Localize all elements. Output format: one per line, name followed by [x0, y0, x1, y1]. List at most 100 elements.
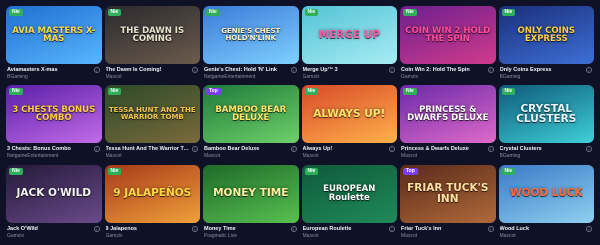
info-icon[interactable]: i — [487, 146, 494, 153]
game-title[interactable]: Coin Win 2: Hold The Spin — [401, 67, 495, 73]
game-logo: BAMBOO BEAR DELUXE — [215, 104, 287, 124]
game-thumbnail[interactable]: Nie 3 CHESTS BONUS COMBO — [6, 85, 102, 144]
game-logo: 9 JALAPEÑOS — [113, 187, 192, 200]
new-badge: Nie — [304, 88, 319, 96]
info-icon[interactable]: i — [290, 67, 297, 73]
info-icon[interactable]: i — [290, 146, 297, 153]
info-icon[interactable]: i — [487, 225, 494, 232]
new-badge: Nie — [501, 167, 516, 175]
game-logo: CRYSTAL CLUSTERS — [516, 102, 577, 126]
game-provider: Gamzix — [401, 74, 418, 80]
game-provider: Mascot — [499, 232, 516, 239]
new-badge: Nie — [206, 9, 220, 16]
game-provider: NetgameEntertainment — [204, 74, 256, 80]
game-tile[interactable]: MONEY TIME Money Time Pragmatic Live i — [203, 164, 299, 239]
game-tile[interactable]: Nie MERGE UP Merge Up™ 3 Gamzix i — [301, 6, 397, 80]
game-title[interactable]: Aviamasters X-mas — [7, 67, 101, 73]
info-icon[interactable]: i — [586, 225, 592, 232]
game-thumbnail[interactable]: Nie GENIE'S CHEST HOLD'N'LINK — [203, 6, 299, 64]
game-title[interactable]: Wood Luck — [500, 226, 594, 232]
game-provider: Gamzix — [105, 232, 123, 239]
game-logo: TESSA HUNT AND THE WARRIOR TOMB — [108, 106, 196, 122]
game-title[interactable]: Friar Tuck's Inn — [401, 226, 495, 232]
game-thumbnail[interactable]: Nie EUROPEAN Roulette — [301, 164, 397, 223]
info-icon[interactable]: i — [93, 146, 100, 153]
game-title[interactable]: Only Coins Express — [500, 67, 594, 73]
game-thumbnail[interactable]: Nie MERGE UP — [301, 6, 397, 64]
game-provider: BGaming — [7, 74, 28, 80]
new-badge: Nie — [9, 88, 23, 96]
top-badge: Top — [403, 167, 418, 175]
game-title[interactable]: Tessa Hunt And The Warrior Tomb — [106, 146, 200, 152]
game-title[interactable]: Genie's Chest: Hold 'N' Link — [204, 67, 298, 73]
game-thumbnail[interactable]: Nie THE DAWN IS COMING — [104, 6, 200, 64]
game-title[interactable]: Crystal Clusters — [500, 146, 594, 152]
game-title[interactable]: 3 Chests: Bonus Combo — [7, 146, 101, 152]
game-logo: WOOD LUCK — [510, 187, 583, 200]
game-title[interactable]: Princess & Dwarfs Deluxe — [401, 146, 495, 152]
info-icon[interactable]: i — [290, 225, 297, 232]
game-logo: PRINCESS & DWARFS DELUXE — [407, 104, 489, 124]
game-title[interactable]: 9 Jalapenos — [106, 226, 200, 232]
game-thumbnail[interactable]: Nie CRYSTAL CLUSTERS — [498, 85, 594, 144]
game-provider: BGaming — [499, 74, 521, 80]
game-title[interactable]: The Dawn Is Coming! — [106, 67, 200, 73]
game-logo: 3 CHESTS BONUS COMBO — [12, 104, 96, 124]
game-tile[interactable]: Nie ALWAYS UP! Always Up! Mascot i — [301, 85, 397, 160]
game-title[interactable]: Jack O'Wild — [7, 226, 101, 232]
game-thumbnail[interactable]: Top BAMBOO BEAR DELUXE — [203, 85, 299, 144]
game-tile[interactable]: Nie WOOD LUCK Wood Luck Mascot i — [498, 164, 594, 239]
info-icon[interactable]: i — [389, 225, 395, 232]
game-provider: Mascot — [302, 153, 319, 160]
game-thumbnail[interactable]: Nie AVIA MASTERS X-MAS — [6, 6, 102, 64]
game-tile[interactable]: Nie JACK O'WILD Jack O'Wild Gamzix i — [6, 164, 102, 239]
game-thumbnail[interactable]: Nie COIN WIN 2 HOLD THE SPIN — [400, 6, 496, 64]
game-thumbnail[interactable]: Nie 9 JALAPEÑOS — [104, 164, 200, 223]
game-provider: Mascot — [401, 153, 418, 160]
game-tile[interactable]: Nie PRINCESS & DWARFS DELUXE Princess & Dw… — [400, 85, 496, 159]
new-badge: Nie — [9, 9, 23, 16]
info-icon[interactable]: i — [389, 67, 395, 73]
game-title[interactable]: Merge Up™ 3 — [303, 67, 397, 73]
game-thumbnail[interactable]: Top FRIAR TUCK'S INN — [400, 164, 496, 223]
game-title[interactable]: Money Time — [204, 226, 298, 232]
game-tile[interactable]: Nie EUROPEAN Roulette European Roulette Mas… — [301, 164, 397, 239]
info-icon[interactable]: i — [192, 225, 198, 232]
new-badge: Nie — [107, 88, 122, 96]
game-provider: Mascot — [302, 232, 319, 239]
game-thumbnail[interactable]: MONEY TIME — [203, 164, 299, 223]
game-provider: Mascot — [401, 232, 418, 239]
game-thumbnail[interactable]: Nie WOOD LUCK — [498, 164, 594, 223]
game-logo: AVIA MASTERS X-MAS — [12, 25, 96, 44]
game-logo: FRIAR TUCK'S INN — [407, 182, 489, 205]
game-title[interactable]: European Roulette — [303, 226, 397, 232]
game-tile[interactable]: Nie THE DAWN IS COMING The Dawn Is Coming!… — [104, 6, 200, 80]
game-tile[interactable]: Nie 3 CHESTS BONUS COMBO 3 Chests: Bonus C… — [6, 85, 102, 159]
game-title[interactable]: Always Up! — [303, 146, 397, 152]
game-thumbnail[interactable]: Nie ALWAYS UP! — [301, 85, 397, 144]
game-tile[interactable]: Top BAMBOO BEAR DELUXE Bamboo Bear Deluxe M… — [203, 85, 299, 159]
game-tile[interactable]: Nie COIN WIN 2 HOLD THE SPIN Coin Win 2: H… — [400, 6, 496, 80]
info-icon[interactable]: i — [487, 67, 494, 73]
info-icon[interactable]: i — [586, 67, 592, 73]
game-tile[interactable]: Nie 9 JALAPEÑOS 9 Jalapenos Gamzix i — [104, 164, 200, 239]
game-tile[interactable]: Nie ONLY COINS EXPRESS Only Coins Express B… — [498, 6, 594, 80]
game-provider: Gamzix — [302, 74, 320, 80]
game-title[interactable]: Bamboo Bear Deluxe — [204, 146, 298, 152]
game-tile[interactable]: Top FRIAR TUCK'S INN Friar Tuck's Inn Masco… — [400, 164, 496, 239]
game-tile[interactable]: Nie AVIA MASTERS X-MAS Aviamasters X-mas BG… — [6, 6, 102, 80]
game-provider: NetgameEntertainment — [7, 153, 59, 160]
game-logo: GENIE'S CHEST HOLD'N'LINK — [221, 27, 281, 42]
game-tile[interactable]: Nie TESSA HUNT AND THE WARRIOR TOMB Tessa … — [104, 85, 200, 159]
new-badge: Nie — [501, 9, 516, 16]
info-icon[interactable]: i — [93, 67, 100, 73]
game-logo: EUROPEAN Roulette — [323, 184, 376, 203]
game-tile[interactable]: Nie CRYSTAL CLUSTERS Crystal Clusters BGami… — [498, 85, 594, 159]
game-thumbnail[interactable]: Nie JACK O'WILD — [6, 164, 102, 223]
game-tile[interactable]: Nie GENIE'S CHEST HOLD'N'LINK Genie's Ches… — [203, 6, 299, 80]
game-thumbnail[interactable]: Nie PRINCESS & DWARFS DELUXE — [400, 85, 496, 144]
game-thumbnail[interactable]: Nie ONLY COINS EXPRESS — [498, 6, 594, 64]
game-thumbnail[interactable]: Nie TESSA HUNT AND THE WARRIOR TOMB — [104, 85, 200, 144]
info-icon[interactable]: i — [93, 225, 100, 232]
info-icon[interactable]: i — [192, 67, 198, 73]
